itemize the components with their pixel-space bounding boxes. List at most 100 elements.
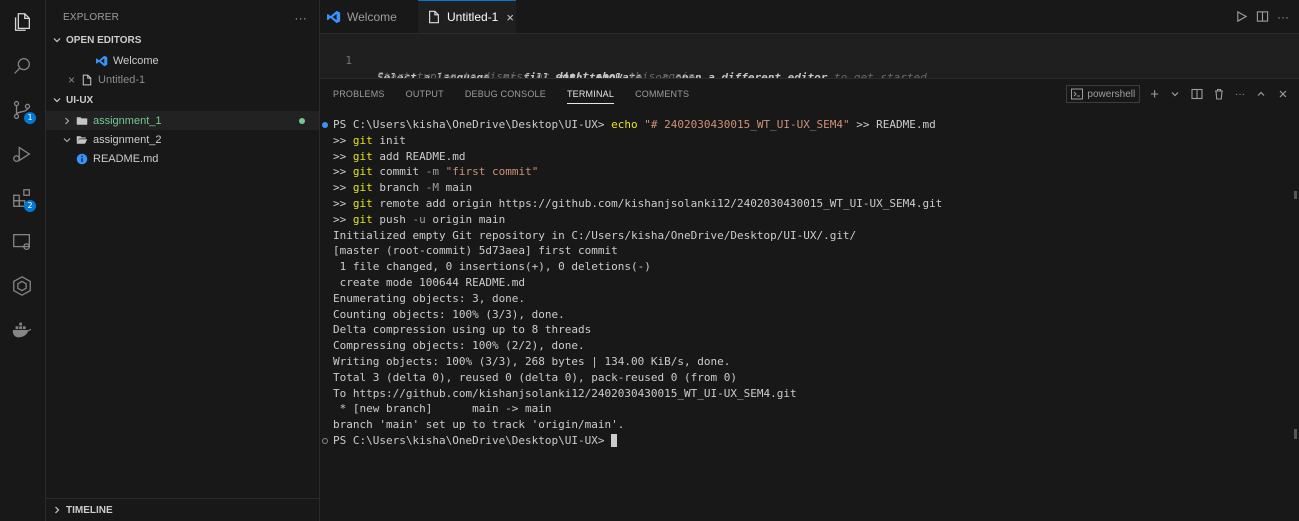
terminal-keyword: echo: [611, 118, 638, 131]
terminal-keyword: git: [352, 196, 373, 210]
trash-icon[interactable]: [1213, 88, 1225, 100]
folder-label: UI-UX: [66, 94, 94, 106]
info-icon: [76, 153, 88, 165]
tab-problems[interactable]: PROBLEMS: [333, 79, 385, 109]
bottom-panel: PROBLEMS OUTPUT DEBUG CONSOLE TERMINAL C…: [320, 78, 1299, 521]
new-terminal-icon[interactable]: +: [1150, 86, 1159, 103]
terminal-line: >> git push -u origin main: [330, 212, 1289, 228]
terminal-scrollbar[interactable]: [1294, 191, 1297, 199]
command-success-decoration[interactable]: [322, 122, 328, 128]
editor-area[interactable]: 1 Select a language, or fill with templa…: [320, 34, 1299, 84]
chevron-right-icon: [52, 505, 62, 515]
tab-output[interactable]: OUTPUT: [406, 79, 444, 109]
terminal-line: >> git remote add origin https://github.…: [330, 196, 1289, 212]
terminal-line: create mode 100644 README.md: [333, 275, 526, 289]
more-actions-icon[interactable]: ···: [1235, 89, 1245, 100]
tab-terminal[interactable]: TERMINAL: [566, 79, 615, 109]
terminal-line: PS C:\Users\kisha\OneDrive\Desktop\UI-UX…: [322, 117, 1289, 133]
explorer-title: EXPLORER: [63, 12, 120, 23]
timeline-label: TIMELINE: [66, 504, 113, 516]
terminal-keyword: git: [352, 181, 373, 195]
tree-item-label: assignment_1: [93, 114, 162, 127]
tab-comments[interactable]: COMMENTS: [635, 79, 689, 109]
more-actions-icon[interactable]: ···: [1277, 10, 1289, 24]
tab-untitled[interactable]: Untitled-1 ×: [418, 0, 516, 33]
close-icon[interactable]: ×: [68, 73, 75, 87]
split-editor-icon[interactable]: [1256, 10, 1269, 23]
open-editor-welcome[interactable]: Welcome: [46, 51, 319, 70]
docker-icon[interactable]: [8, 316, 36, 344]
terminal-shell-selector[interactable]: powershell: [1066, 85, 1141, 103]
terminal-text: >> README.md: [856, 118, 936, 131]
terminal-keyword: git: [352, 149, 373, 163]
open-editor-untitled[interactable]: × Untitled-1: [46, 70, 319, 89]
split-terminal-icon[interactable]: [1191, 88, 1203, 100]
source-control-badge: 1: [24, 112, 36, 124]
terminal-text: add README.md: [379, 149, 466, 163]
file-icon: [81, 74, 93, 86]
chevron-down-icon: [62, 135, 72, 145]
open-editor-label: Untitled-1: [98, 73, 146, 86]
terminal-line: [master (root-commit) 5d73aea] first com…: [333, 244, 618, 258]
terminal-text: init: [379, 133, 406, 147]
terminal-flag: -m: [425, 165, 439, 179]
terminal-continuation: >>: [333, 165, 347, 179]
terminal-icon: [1071, 88, 1084, 100]
terminal-text: commit: [379, 165, 420, 179]
timeline-section[interactable]: TIMELINE: [46, 498, 325, 521]
terminal-line: PS C:\Users\kisha\OneDrive\Desktop\UI-UX…: [322, 433, 1289, 449]
tree-item-assignment-2[interactable]: assignment_2: [46, 130, 319, 149]
open-editors-label: OPEN EDITORS: [66, 34, 142, 46]
folder-icon: [76, 115, 88, 127]
terminal-line: Total 3 (delta 0), reused 0 (delta 0), p…: [333, 370, 737, 384]
terminal-line: To https://github.com/kishanjsolanki12/2…: [333, 386, 797, 400]
terminal-text: branch: [379, 181, 420, 195]
tree-item-readme[interactable]: README.md: [46, 149, 319, 168]
run-icon[interactable]: [1235, 10, 1248, 23]
tree-item-label: README.md: [93, 152, 159, 165]
open-editors-section[interactable]: OPEN EDITORS: [46, 29, 319, 51]
terminal-line: >> git branch -M main: [330, 180, 1289, 196]
tree-item-assignment-1[interactable]: assignment_1: [46, 111, 319, 130]
remote-explorer-icon[interactable]: [8, 228, 36, 256]
search-icon[interactable]: [8, 52, 36, 80]
maximize-panel-icon[interactable]: [1255, 88, 1267, 100]
terminal-line: Delta compression using up to 8 threads: [333, 323, 592, 337]
terminal-text: add origin https://github.com/kishanjsol…: [425, 196, 943, 210]
terminal-line: Enumerating objects: 3, done.: [333, 291, 526, 305]
vscode-logo-icon: [327, 10, 341, 24]
file-icon: [427, 10, 441, 24]
source-control-icon[interactable]: 1: [8, 96, 36, 124]
terminal-flag: -u: [412, 212, 426, 226]
terminal-text: main: [445, 181, 473, 195]
terminal-flag: -M: [425, 181, 439, 195]
explorer-icon[interactable]: [8, 8, 36, 36]
terminal-prompt: PS C:\Users\kisha\OneDrive\Desktop\UI-UX…: [333, 118, 605, 131]
tab-debug-console[interactable]: DEBUG CONSOLE: [465, 79, 546, 109]
explorer-more-button[interactable]: ···: [294, 11, 307, 25]
hexagon-extension-icon[interactable]: [8, 272, 36, 300]
chevron-down-icon[interactable]: [1169, 88, 1181, 100]
vscode-logo-icon: [96, 55, 108, 67]
terminal-string: "first commit": [445, 165, 539, 179]
terminal-line: Writing objects: 100% (3/3), 268 bytes |…: [333, 354, 731, 368]
extensions-icon[interactable]: 2: [8, 184, 36, 212]
tab-welcome[interactable]: Welcome: [320, 0, 425, 33]
chevron-right-icon: [62, 116, 72, 126]
activity-bar: 1 2: [0, 0, 46, 521]
command-pending-decoration[interactable]: [322, 437, 328, 444]
terminal-continuation: >>: [333, 196, 347, 210]
terminal-output[interactable]: PS C:\Users\kisha\OneDrive\Desktop\UI-UX…: [322, 117, 1289, 449]
terminal-cursor: [611, 434, 618, 448]
terminal-continuation: >>: [333, 181, 347, 195]
tree-item-label: assignment_2: [93, 133, 162, 146]
terminal-line: Counting objects: 100% (3/3), done.: [333, 307, 565, 321]
run-debug-icon[interactable]: [8, 140, 36, 168]
tab-close-button[interactable]: ×: [506, 10, 514, 25]
editor-tab-bar: Welcome Untitled-1 × ···: [320, 0, 1299, 34]
folder-section[interactable]: UI-UX: [46, 89, 319, 111]
close-panel-icon[interactable]: [1277, 88, 1289, 100]
shell-name: powershell: [1087, 88, 1136, 100]
terminal-text: remote: [379, 196, 420, 210]
panel-actions: powershell + ···: [1066, 79, 1289, 109]
